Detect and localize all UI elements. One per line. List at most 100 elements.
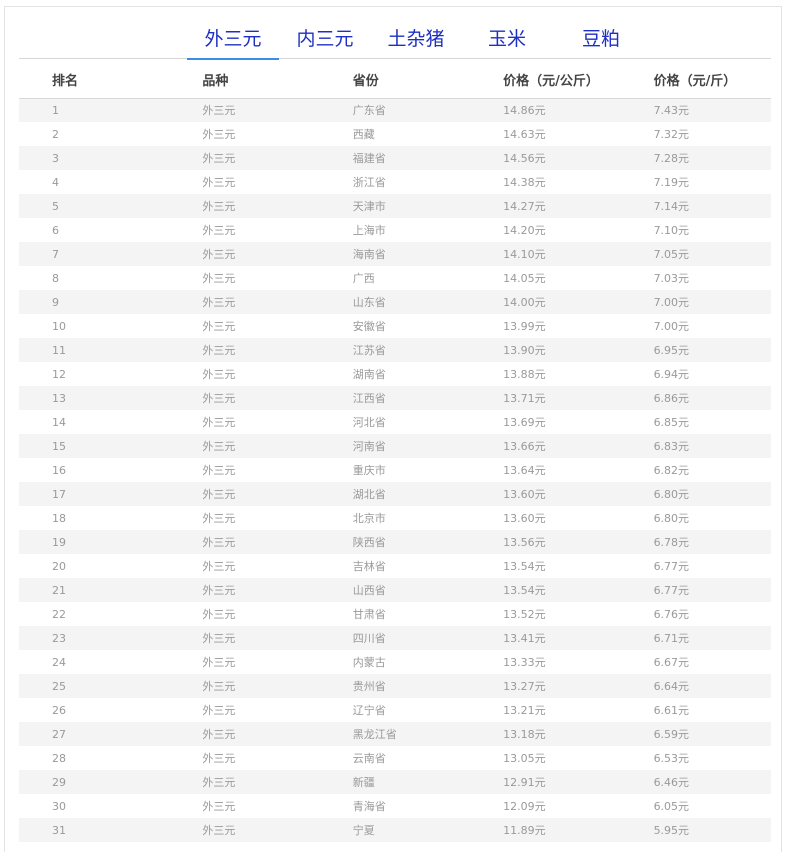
rank-cell: 22 [19, 602, 170, 626]
price-jin-cell: 6.95元 [620, 338, 771, 362]
tab-dou-po[interactable]: 豆粕 [559, 21, 643, 59]
header-province[interactable]: 省份 [319, 61, 471, 99]
province-cell: 福建省 [319, 146, 471, 170]
table-row: 3 外三元 福建省 14.56元 7.28元 [19, 146, 771, 170]
table-row: 26 外三元 辽宁省 13.21元 6.61元 [19, 698, 771, 722]
table-row: 20 外三元 吉林省 13.54元 6.77元 [19, 554, 771, 578]
province-cell: 山东省 [319, 290, 471, 314]
province-cell: 云南省 [319, 746, 471, 770]
breed-cell: 外三元 [169, 386, 320, 410]
tab-yu-mi[interactable]: 玉米 [467, 21, 547, 59]
province-cell: 吉林省 [319, 554, 471, 578]
breed-cell: 外三元 [169, 146, 320, 170]
header-price-per-jin[interactable]: 价格（元/斤） [620, 61, 771, 99]
tab-nei-san-yuan[interactable]: 内三元 [281, 21, 369, 59]
rank-cell: 26 [19, 698, 170, 722]
province-cell: 北京市 [319, 506, 471, 530]
price-jin-cell: 6.61元 [620, 698, 771, 722]
table-row: 25 外三元 贵州省 13.27元 6.64元 [19, 674, 771, 698]
price-jin-cell: 7.03元 [620, 266, 771, 290]
province-cell: 青海省 [319, 794, 471, 818]
table-header-row: 排名 品种 省份 价格（元/公斤） 价格（元/斤） [19, 61, 771, 99]
rank-cell: 13 [19, 386, 170, 410]
price-jin-cell: 6.94元 [620, 362, 771, 386]
tab-tu-za-zhu[interactable]: 土杂猪 [371, 21, 461, 59]
table-body: 1 外三元 广东省 14.86元 7.43元 2 外三元 西藏 14.63元 7.32元 3 外三元福… [19, 98, 771, 842]
price-jin-cell: 7.00元 [620, 314, 771, 338]
breed-cell: 外三元 [169, 290, 320, 314]
price-kg-cell: 13.54元 [470, 554, 621, 578]
price-jin-cell: 6.77元 [620, 554, 771, 578]
price-kg-cell: 13.18元 [470, 722, 621, 746]
header-breed[interactable]: 品种 [169, 61, 320, 99]
rank-cell: 30 [19, 794, 170, 818]
price-kg-cell: 12.91元 [470, 770, 621, 794]
breed-cell: 外三元 [169, 722, 320, 746]
price-jin-cell: 6.78元 [620, 530, 771, 554]
breed-cell: 外三元 [169, 698, 320, 722]
price-jin-cell: 7.14元 [620, 194, 771, 218]
price-jin-cell: 6.53元 [620, 746, 771, 770]
price-jin-cell: 6.86元 [620, 386, 771, 410]
rank-cell: 8 [19, 266, 170, 290]
table-row: 31 外三元 宁夏 11.89元 5.95元 [19, 818, 771, 842]
header-price-per-kg[interactable]: 价格（元/公斤） [470, 61, 621, 99]
table-row: 5 外三元 天津市 14.27元 7.14元 [19, 194, 771, 218]
breed-cell: 外三元 [169, 818, 320, 842]
table-row: 29 外三元 新疆 12.91元 6.46元 [19, 770, 771, 794]
rank-cell: 24 [19, 650, 170, 674]
rank-cell: 15 [19, 434, 170, 458]
table-row: 17 外三元 湖北省 13.60元 6.80元 [19, 482, 771, 506]
header-rank[interactable]: 排名 [19, 61, 170, 99]
price-jin-cell: 7.05元 [620, 242, 771, 266]
price-kg-cell: 14.27元 [470, 194, 621, 218]
table-row: 13 外三元 江西省 13.71元 6.86元 [19, 386, 771, 410]
table-row: 23 外三元 四川省 13.41元 6.71元 [19, 626, 771, 650]
table-row: 7 外三元 海南省 14.10元 7.05元 [19, 242, 771, 266]
rank-cell: 18 [19, 506, 170, 530]
price-jin-cell: 6.67元 [620, 650, 771, 674]
breed-cell: 外三元 [169, 578, 320, 602]
province-cell: 湖北省 [319, 482, 471, 506]
breed-cell: 外三元 [169, 338, 320, 362]
breed-cell: 外三元 [169, 674, 320, 698]
rank-cell: 2 [19, 122, 170, 146]
price-jin-cell: 6.85元 [620, 410, 771, 434]
province-cell: 贵州省 [319, 674, 471, 698]
table-row: 16 外三元 重庆市 13.64元 6.82元 [19, 458, 771, 482]
price-kg-cell: 13.60元 [470, 482, 621, 506]
price-table: 排名 品种 省份 价格（元/公斤） 价格（元/斤） 1 外三元 广东省 14.86元 7… [19, 61, 771, 842]
price-kg-cell: 14.20元 [470, 218, 621, 242]
price-jin-cell: 7.10元 [620, 218, 771, 242]
rank-cell: 23 [19, 626, 170, 650]
category-tabs: 外三元 内三元 土杂猪 玉米 豆粕 [19, 21, 771, 60]
table-row: 1 外三元 广东省 14.86元 7.43元 [19, 98, 771, 122]
breed-cell: 外三元 [169, 98, 320, 122]
breed-cell: 外三元 [169, 410, 320, 434]
table-row: 14 外三元 河北省 13.69元 6.85元 [19, 410, 771, 434]
table-row: 8 外三元 广西 14.05元 7.03元 [19, 266, 771, 290]
province-cell: 甘肃省 [319, 602, 471, 626]
breed-cell: 外三元 [169, 242, 320, 266]
breed-cell: 外三元 [169, 194, 320, 218]
breed-cell: 外三元 [169, 314, 320, 338]
price-kg-cell: 14.38元 [470, 170, 621, 194]
province-cell: 宁夏 [319, 818, 471, 842]
province-cell: 广东省 [319, 98, 471, 122]
province-cell: 湖南省 [319, 362, 471, 386]
price-kg-cell: 13.90元 [470, 338, 621, 362]
price-jin-cell: 6.80元 [620, 506, 771, 530]
price-jin-cell: 7.19元 [620, 170, 771, 194]
breed-cell: 外三元 [169, 506, 320, 530]
price-kg-cell: 13.60元 [470, 506, 621, 530]
province-cell: 安徽省 [319, 314, 471, 338]
breed-cell: 外三元 [169, 530, 320, 554]
table-row: 19 外三元 陕西省 13.56元 6.78元 [19, 530, 771, 554]
table-row: 27 外三元 黑龙江省 13.18元 6.59元 [19, 722, 771, 746]
table-row: 4 外三元 浙江省 14.38元 7.19元 [19, 170, 771, 194]
tab-wai-san-yuan[interactable]: 外三元 [187, 21, 279, 60]
table-row: 21 外三元 山西省 13.54元 6.77元 [19, 578, 771, 602]
table-row: 30 外三元 青海省 12.09元 6.05元 [19, 794, 771, 818]
price-kg-cell: 13.21元 [470, 698, 621, 722]
province-cell: 辽宁省 [319, 698, 471, 722]
